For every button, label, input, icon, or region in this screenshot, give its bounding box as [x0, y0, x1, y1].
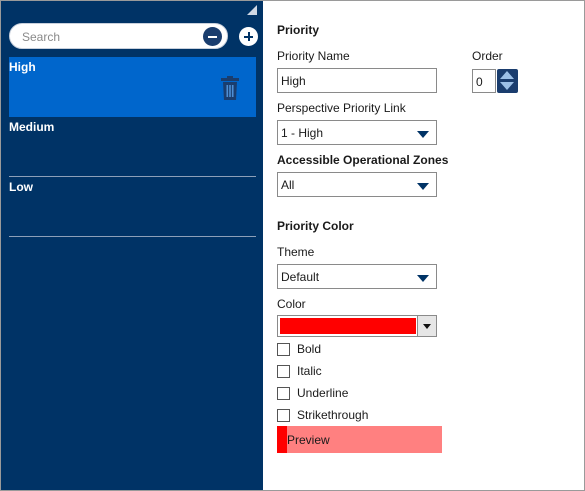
chevron-down-icon	[417, 275, 429, 282]
italic-label: Italic	[297, 364, 322, 378]
order-value: 0	[476, 75, 483, 89]
priority-name-value: High	[281, 74, 306, 88]
add-priority-button[interactable]	[239, 27, 258, 46]
color-picker[interactable]	[277, 315, 437, 337]
section-title-color: Priority Color	[277, 219, 354, 233]
list-item-medium[interactable]: Medium	[9, 117, 256, 177]
priority-list-panel: High Medium Low	[1, 1, 263, 490]
color-dropdown-button[interactable]	[417, 316, 436, 336]
chevron-down-icon	[417, 183, 429, 190]
stepper-down-icon[interactable]	[500, 82, 514, 90]
list-item-label: Low	[9, 180, 33, 194]
priority-name-field[interactable]: High	[277, 68, 437, 93]
underline-checkbox[interactable]	[277, 387, 290, 400]
strikethrough-label: Strikethrough	[297, 408, 369, 422]
search-box	[9, 23, 228, 49]
bold-label: Bold	[297, 342, 322, 356]
order-stepper[interactable]	[497, 69, 518, 93]
underline-label: Underline	[297, 386, 349, 400]
preview-label: Preview	[287, 433, 330, 447]
remove-priority-button[interactable]	[203, 27, 222, 46]
list-item-label: High	[9, 60, 36, 74]
order-field[interactable]: 0	[472, 69, 496, 93]
priority-details-form: Priority Priority Name High Order 0 Pers…	[263, 1, 584, 490]
perspective-link-label: Perspective Priority Link	[277, 101, 406, 115]
stepper-up-icon[interactable]	[500, 71, 514, 79]
chevron-down-icon	[417, 131, 429, 138]
italic-checkbox[interactable]	[277, 365, 290, 378]
resize-corner-icon[interactable]	[247, 5, 257, 15]
zones-label: Accessible Operational Zones	[277, 153, 449, 167]
style-preview: Preview	[277, 426, 442, 453]
color-label: Color	[277, 297, 306, 311]
perspective-link-select[interactable]: 1 - High	[277, 120, 437, 145]
search-input[interactable]	[22, 28, 192, 46]
theme-label: Theme	[277, 245, 315, 259]
priority-name-label: Priority Name	[277, 49, 350, 63]
section-title-priority: Priority	[277, 23, 320, 37]
list-item-label: Medium	[9, 120, 55, 134]
theme-value: Default	[281, 270, 320, 284]
bold-checkbox[interactable]	[277, 343, 290, 356]
preview-color-edge	[277, 426, 287, 453]
zones-select[interactable]: All	[277, 172, 437, 197]
trash-icon[interactable]	[220, 76, 240, 100]
list-item-high[interactable]: High	[9, 57, 256, 117]
list-item-low[interactable]: Low	[9, 177, 256, 237]
order-label: Order	[472, 49, 503, 63]
priority-editor-window: High Medium Low Priority Priority Name H…	[0, 0, 585, 491]
color-swatch	[280, 318, 416, 334]
zones-value: All	[281, 178, 295, 192]
strikethrough-checkbox[interactable]	[277, 409, 290, 422]
theme-select[interactable]: Default	[277, 264, 437, 289]
perspective-link-value: 1 - High	[281, 126, 324, 140]
